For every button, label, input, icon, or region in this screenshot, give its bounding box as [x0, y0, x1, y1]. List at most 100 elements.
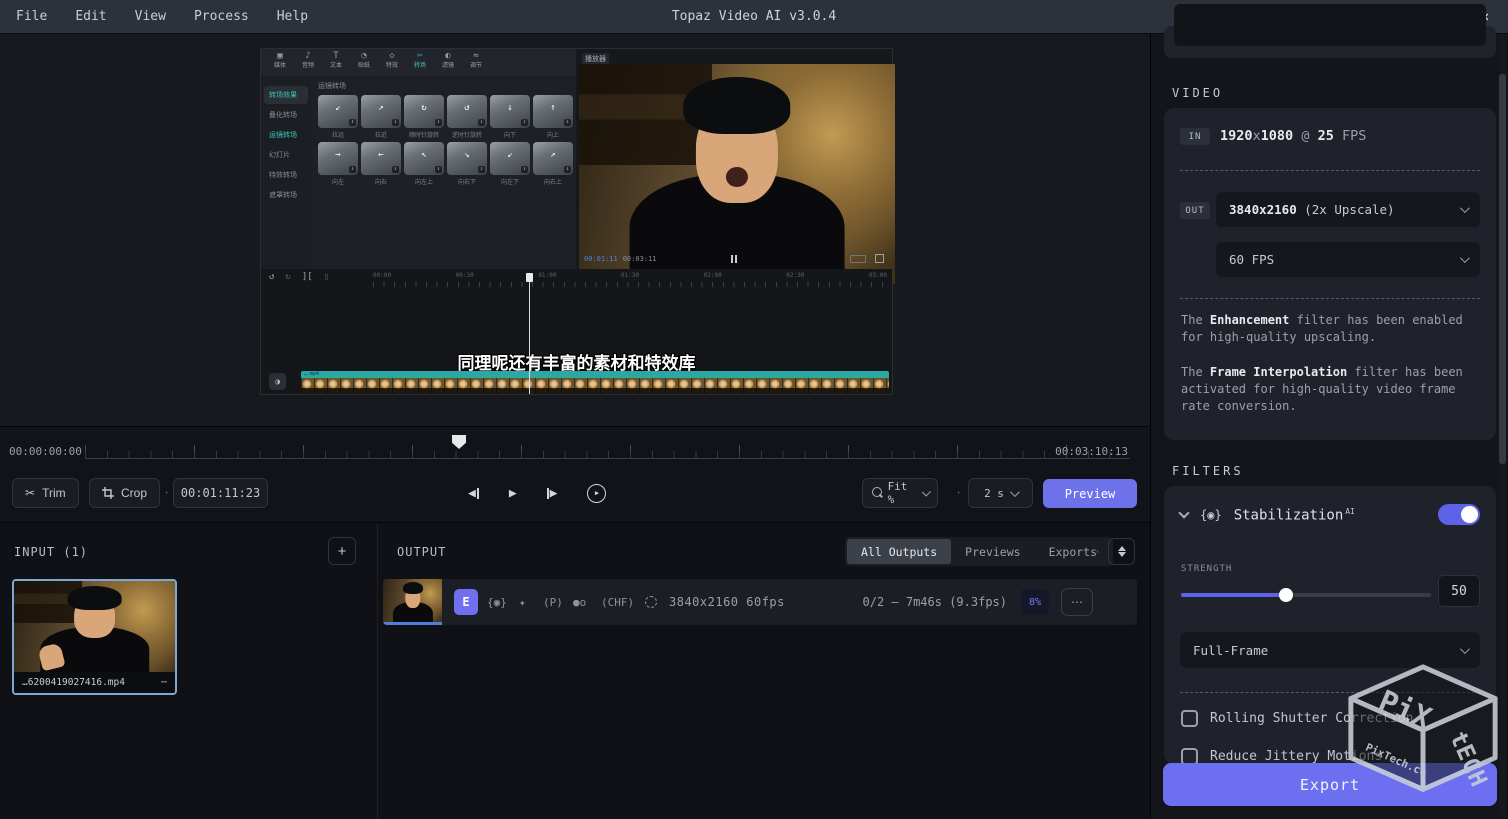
chevron-down-icon — [1460, 203, 1470, 213]
separator-dot: · — [955, 486, 962, 500]
rolling-shutter-row: Rolling Shutter Correction — [1181, 708, 1480, 728]
embedded-sidebar-item: 幻灯片 — [264, 146, 308, 164]
chevron-down-icon — [1460, 644, 1470, 654]
tab-previews[interactable]: Previews — [951, 539, 1034, 564]
transition-thumb: ↙⇩向左下 — [490, 142, 530, 186]
delete-icon: ▯ — [324, 272, 329, 282]
strength-value-field[interactable]: 50 — [1438, 575, 1480, 607]
stabilization-header-row: {◉} StabilizationAI — [1180, 502, 1480, 528]
bottom-panels: INPUT (1) + …6200419027416.mp4 ⋯ OUTPUT … — [0, 522, 1150, 819]
output-header: OUTPUT — [397, 545, 446, 559]
tab-all-outputs[interactable]: All Outputs — [847, 539, 951, 564]
crop-button[interactable]: Crop — [89, 478, 160, 508]
topaz-video-ai-window: File Edit View Process Help Topaz Video … — [0, 0, 1508, 819]
stabilization-icon: {◉} — [487, 579, 507, 625]
track-toggle-icon: ◑ — [269, 373, 286, 390]
step-back-button[interactable]: ◀ — [468, 486, 479, 501]
menu-process[interactable]: Process — [194, 9, 249, 24]
divider — [1180, 170, 1480, 171]
export-button[interactable]: Export — [1163, 763, 1497, 806]
timeline-ruler[interactable] — [85, 435, 1130, 459]
separator-dot: · — [163, 486, 170, 500]
menu-edit[interactable]: Edit — [75, 9, 106, 24]
media-icon: ▣ — [277, 51, 282, 62]
collapse-chevron-icon[interactable] — [1178, 507, 1189, 518]
stabilization-mode-dropdown[interactable]: Full-Frame — [1180, 632, 1480, 668]
undo-icon: ↺ — [269, 272, 274, 282]
stabilization-toggle[interactable] — [1438, 504, 1480, 525]
current-timecode-field[interactable]: 00:01:11:23 — [173, 478, 268, 508]
split-icon: ][ — [302, 272, 313, 282]
sort-button[interactable] — [1108, 538, 1135, 565]
window-title: Topaz Video AI v3.0.4 — [672, 9, 836, 24]
transition-thumb: ↺⇩逆时针旋转 — [447, 95, 487, 139]
output-thumbnail — [383, 579, 442, 625]
settings-sidebar: VIDEO IN 1920x1080 @ 25 FPS OUT 3840x216… — [1150, 34, 1508, 819]
reduce-jitter-label: Reduce Jittery Motions — [1210, 749, 1382, 764]
menu-help[interactable]: Help — [277, 9, 308, 24]
output-row[interactable]: E {◉} ✦ (P) ●o (CHF) 3840x2160 60fps 0/2… — [383, 579, 1137, 625]
crop-icon — [102, 487, 114, 499]
input-video-specs: 1920x1080 @ 25 FPS — [1220, 128, 1366, 144]
embedded-sidebar-item: 特效转场 — [264, 166, 308, 184]
output-tabs: All Outputs Previews Exports — [845, 537, 1113, 566]
sparkle-icon: ✦ — [519, 579, 526, 625]
fit-badge — [850, 255, 866, 263]
play-button[interactable]: ▶ — [509, 486, 517, 501]
scrollbar-thumb[interactable] — [1499, 74, 1506, 464]
magnifier-icon — [872, 487, 883, 499]
menu-view[interactable]: View — [135, 9, 166, 24]
sort-down-icon — [1118, 552, 1126, 557]
dashed-circle-icon — [645, 596, 657, 608]
add-input-button[interactable]: + — [328, 537, 356, 565]
menu-file[interactable]: File — [16, 9, 47, 24]
rolling-shutter-label: Rolling Shutter Correction — [1210, 711, 1414, 726]
fullscreen-icon — [875, 254, 884, 263]
zoom-level-dropdown[interactable]: Fit % — [862, 478, 938, 508]
trim-button[interactable]: ✂ Trim — [12, 478, 79, 508]
step-forward-button[interactable]: ▶ — [547, 486, 558, 501]
scrolled-card-partial — [1164, 26, 1496, 58]
output-more-button[interactable]: ⋯ — [1061, 588, 1093, 616]
embedded-sidebar: 转场效果 叠化转场 运镜转场 幻灯片 特效转场 遮罩转场 — [261, 76, 311, 269]
embedded-tab-audio: ♪音频 — [297, 51, 319, 74]
loop-playback-button[interactable]: ▶ — [587, 484, 606, 503]
input-file-card[interactable]: …6200419027416.mp4 ⋯ — [12, 579, 177, 695]
rolling-shutter-checkbox[interactable] — [1181, 710, 1198, 727]
reduce-jitter-checkbox[interactable] — [1181, 748, 1198, 765]
effects-icon: ◇ — [389, 51, 394, 62]
output-resolution: 3840x2160 60fps — [669, 579, 785, 625]
timeline-start-time: 00:00:00:00 — [9, 445, 82, 458]
output-resolution-dropdown[interactable]: 3840x2160 (2x Upscale) — [1216, 192, 1480, 227]
preview-canvas: ▣媒体 ♪音频 T文本 ◔贴纸 ◇特效 ✂转场 ◐滤镜 ≈调节 转场效果 叠化转… — [0, 34, 1150, 426]
more-icon[interactable]: ⋯ — [161, 677, 167, 688]
preview-interval-dropdown[interactable]: 2 s — [968, 478, 1033, 508]
embedded-timeline: ↺ ↻ ][ ▯ 00:00 00:30 01:00 01:30 02:00 0… — [261, 269, 892, 394]
output-fps-dropdown[interactable]: 60 FPS — [1216, 242, 1480, 277]
transition-thumb: ↘⇩向右下 — [447, 142, 487, 186]
transition-thumb: →⇩向左 — [318, 142, 358, 186]
strength-slider[interactable] — [1181, 593, 1431, 597]
transition-thumb: ↙⇩拉远 — [318, 95, 358, 139]
chevron-down-icon — [922, 487, 931, 496]
frame-interpolation-note: The Frame Interpolation filter has been … — [1181, 364, 1479, 414]
player-current-time: 00:01:11 — [584, 255, 618, 263]
embedded-ruler: 00:00 00:30 01:00 01:30 02:00 02:30 03:0… — [373, 275, 887, 287]
transition-thumb: ↑⇩向上 — [533, 95, 573, 139]
out-badge: OUT — [1180, 202, 1210, 219]
stabilization-card: {◉} StabilizationAI STRENGTH 50 Full-Fra… — [1164, 486, 1496, 764]
slider-fill — [1181, 593, 1286, 597]
text-icon: T — [333, 51, 338, 62]
slider-knob[interactable] — [1279, 588, 1293, 602]
person-cap — [683, 77, 790, 134]
transition-thumb: ↻⇩顺时针旋转 — [404, 95, 444, 139]
preview-button[interactable]: Preview — [1043, 479, 1137, 508]
person-cap — [67, 586, 122, 610]
transition-thumb: ↖⇩向左上 — [404, 142, 444, 186]
transition-thumb: ↗⇩拉近 — [361, 95, 401, 139]
pause-icon — [731, 255, 737, 263]
enhancement-note: The Enhancement filter has been enabled … — [1181, 312, 1479, 346]
embedded-tab-text: T文本 — [325, 51, 347, 74]
embedded-clip: ….mp4 — [301, 371, 889, 394]
timeline-playhead[interactable] — [452, 435, 466, 449]
